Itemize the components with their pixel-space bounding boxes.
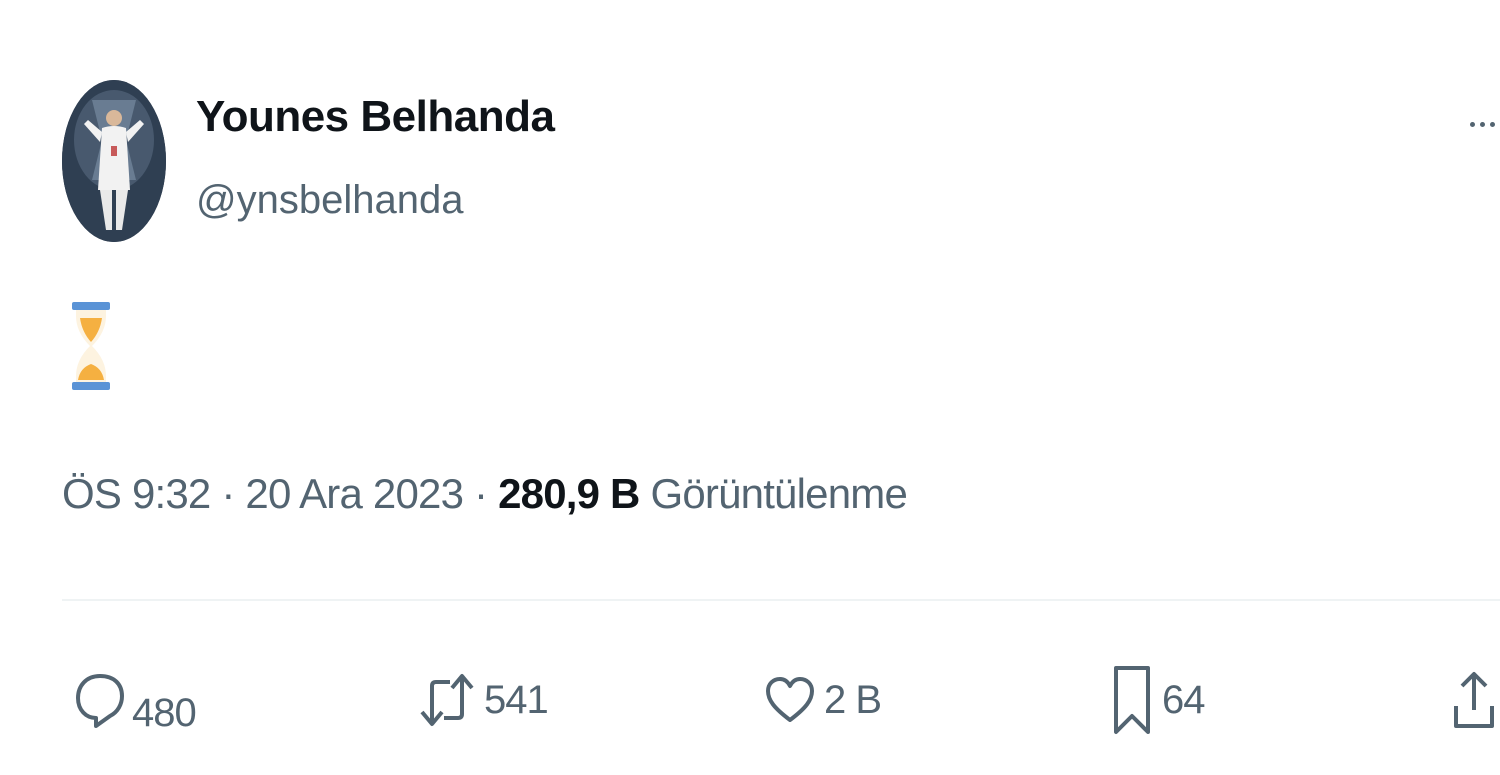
- profile-photo-icon: [62, 80, 166, 242]
- bookmark-icon: [1110, 664, 1154, 736]
- share-button[interactable]: [1450, 660, 1498, 740]
- tweet-meta: ÖS 9:32 · 20 Ara 2023 · 280,9 B Görüntül…: [62, 470, 908, 518]
- more-dot-icon: [1470, 122, 1475, 127]
- reply-button[interactable]: 480: [74, 660, 197, 740]
- hourglass-emoji-icon: [72, 302, 110, 390]
- views-label: Görüntülenme: [639, 470, 908, 517]
- more-dot-icon: [1480, 122, 1485, 127]
- user-handle[interactable]: @ynsbelhanda: [196, 178, 463, 223]
- heart-icon: [764, 674, 816, 726]
- more-options-button[interactable]: [1462, 114, 1500, 134]
- retweet-icon: [418, 672, 476, 728]
- reply-icon: [74, 672, 126, 728]
- timestamp[interactable]: ÖS 9:32 · 20 Ara 2023 ·: [62, 470, 498, 517]
- views-count: 280,9 B: [498, 470, 640, 517]
- divider: [62, 599, 1500, 601]
- retweet-count: 541: [484, 677, 549, 722]
- like-button[interactable]: 2 B: [764, 660, 882, 740]
- bookmark-count: 64: [1162, 677, 1205, 722]
- retweet-button[interactable]: 541: [418, 660, 549, 740]
- avatar[interactable]: [62, 80, 166, 242]
- tweet-text: [70, 302, 112, 390]
- like-count: 2 B: [824, 677, 882, 722]
- display-name[interactable]: Younes Belhanda: [196, 92, 555, 142]
- more-dot-icon: [1490, 122, 1495, 127]
- tweet-card: Younes Belhanda @ynsbelhanda ÖS 9:32 · 2…: [0, 0, 1500, 775]
- reply-count: 480: [132, 690, 197, 735]
- bookmark-button[interactable]: 64: [1110, 660, 1205, 740]
- share-icon: [1450, 668, 1498, 732]
